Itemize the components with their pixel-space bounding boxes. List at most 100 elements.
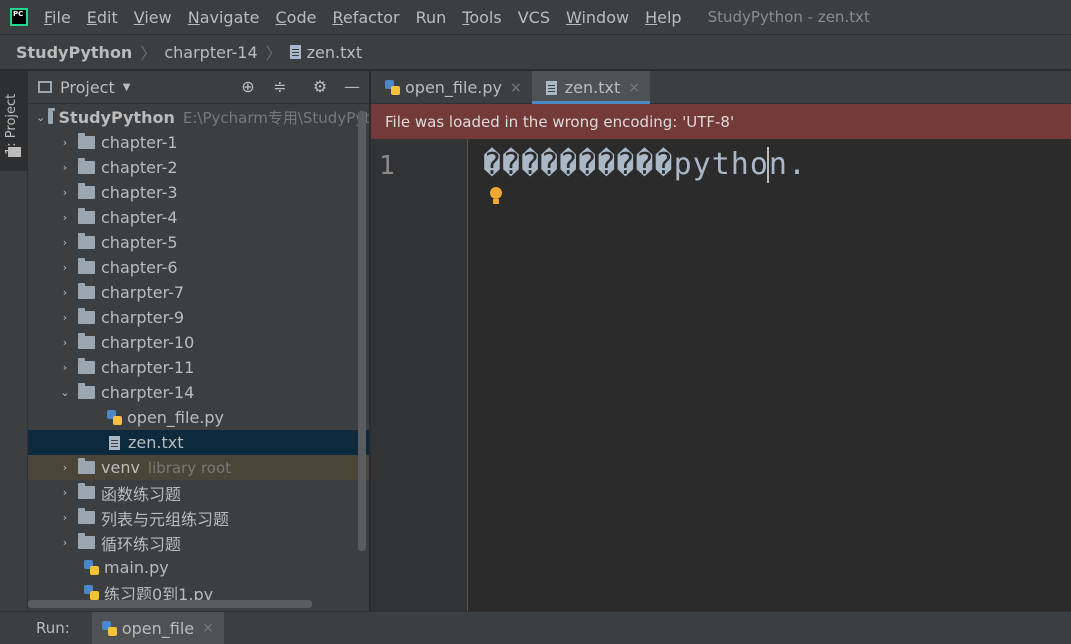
minimize-icon[interactable]: — (342, 77, 362, 97)
chevron-right-icon[interactable]: › (58, 461, 72, 474)
folder-icon (78, 358, 95, 374)
folder-icon (78, 183, 95, 199)
tree-item-label: chapter-6 (101, 258, 178, 277)
tree-item-charpter-11[interactable]: › charpter-11 (28, 355, 369, 380)
menu-code[interactable]: Code (268, 8, 325, 27)
folder-icon (78, 333, 95, 349)
code-line[interactable]: ����������python. (483, 147, 807, 182)
project-view-icon (38, 81, 52, 93)
chevron-right-icon[interactable]: › (58, 361, 72, 374)
text-file-icon (545, 80, 557, 95)
project-tool-window-button[interactable]: 1: Project (0, 71, 28, 171)
tree-item-charpter-10[interactable]: › charpter-10 (28, 330, 369, 355)
tree-item-charpter-7[interactable]: › charpter-7 (28, 280, 369, 305)
chevron-right-icon[interactable]: › (58, 236, 72, 249)
folder-icon (78, 283, 95, 299)
chevron-right-icon[interactable]: › (58, 186, 72, 199)
menu-refactor[interactable]: Refactor (324, 8, 407, 27)
tree-vertical-scrollbar[interactable] (358, 111, 366, 551)
tree-item-venv[interactable]: › venv library root (28, 455, 369, 480)
tree-item-studypython[interactable]: ⌄ StudyPython E:\Pycharm专用\StudyPyt (28, 105, 370, 130)
text-file-icon (289, 45, 301, 59)
tree-item-loop-exercises[interactable]: › 循环练习题 (28, 530, 369, 555)
tree-item-zen-txt[interactable]: zen.txt (28, 430, 369, 455)
tree-item-main-py[interactable]: main.py (28, 555, 369, 580)
left-tool-strip: 1: Project (0, 71, 28, 611)
tree-item-functions-exercises[interactable]: › 函数练习题 (28, 480, 369, 505)
code-editor[interactable]: 1 ����������python. (371, 139, 1071, 611)
tree-item-charpter-14[interactable]: ⌄ charpter-14 (28, 380, 369, 405)
folder-icon (78, 233, 95, 249)
close-icon[interactable]: × (202, 620, 214, 636)
menu-file[interactable]: File (36, 8, 79, 27)
tree-horizontal-scrollbar[interactable] (28, 600, 312, 608)
tree-item-label: chapter-5 (101, 233, 178, 252)
tree-item-label: venv (101, 458, 140, 477)
locate-crosshair-icon[interactable]: ⊕ (238, 77, 258, 97)
tab-open-file-py[interactable]: open_file.py × (371, 71, 532, 104)
tree-item-label: chapter-1 (101, 133, 178, 152)
project-tool-window-label: 1: Project (4, 93, 19, 155)
folder-icon (78, 533, 95, 549)
project-view-selector[interactable]: Project (60, 78, 115, 97)
gear-icon[interactable]: ⚙ (310, 77, 330, 97)
tree-item-path-hint: E:\Pycharm专用\StudyPyt (182, 109, 370, 127)
tree-item-chapter-4[interactable]: › chapter-4 (28, 205, 369, 230)
tree-item-charpter-9[interactable]: › charpter-9 (28, 305, 369, 330)
collapse-all-icon[interactable]: ≑ (270, 77, 290, 97)
menu-edit[interactable]: Edit (79, 8, 126, 27)
project-panel-header: Project ▼ ⊕ ≑ ⚙ — (28, 71, 369, 104)
chevron-right-icon[interactable]: › (58, 536, 72, 549)
chevron-right-icon[interactable]: › (58, 486, 72, 499)
chevron-down-icon[interactable]: ⌄ (36, 111, 45, 124)
breadcrumb-project[interactable]: StudyPython (16, 43, 132, 62)
chevron-down-icon[interactable]: ⌄ (58, 386, 72, 399)
tree-item-open-file-py[interactable]: open_file.py (28, 405, 369, 430)
menu-help[interactable]: Help (637, 8, 689, 27)
chevron-down-icon[interactable]: ▼ (123, 82, 131, 93)
tab-zen-txt[interactable]: zen.txt × (531, 71, 651, 104)
tree-item-lists-tuples-exercises[interactable]: › 列表与元组练习题 (28, 505, 369, 530)
run-tool-bar: Run: open_file × (0, 611, 1071, 644)
menu-vcs[interactable]: VCS (510, 8, 558, 27)
chevron-right-icon[interactable]: › (58, 286, 72, 299)
window-title: StudyPython - zen.txt (707, 8, 870, 26)
chevron-right-icon[interactable]: › (58, 261, 72, 274)
tree-item-label: main.py (104, 558, 169, 577)
tree-item-chapter-3[interactable]: › chapter-3 (28, 180, 369, 205)
tree-item-chapter-6[interactable]: › chapter-6 (28, 255, 369, 280)
menu-tools[interactable]: Tools (454, 8, 509, 27)
breadcrumb-file[interactable]: zen.txt (307, 43, 362, 62)
menu-navigate[interactable]: Navigate (180, 8, 268, 27)
chevron-right-icon[interactable]: › (58, 511, 72, 524)
tree-item-chapter-2[interactable]: › chapter-2 (28, 155, 369, 180)
close-icon[interactable]: × (628, 80, 640, 96)
tree-item-chapter-1[interactable]: › chapter-1 (28, 130, 369, 155)
close-icon[interactable]: × (510, 80, 522, 96)
menu-run[interactable]: Run (408, 8, 455, 27)
lightbulb-icon[interactable] (489, 187, 503, 207)
folder-icon (8, 147, 21, 157)
chevron-right-icon[interactable]: › (58, 161, 72, 174)
run-tab-open-file[interactable]: open_file × (91, 611, 224, 644)
tree-item-label: 循环练习题 (101, 534, 182, 554)
chevron-right-icon[interactable]: › (58, 311, 72, 324)
menu-view[interactable]: View (126, 8, 180, 27)
tree-item-label: charpter-14 (101, 383, 195, 402)
breadcrumb-separator-icon: 〉 (140, 44, 157, 63)
folder-icon (78, 208, 95, 224)
tree-item-chapter-5[interactable]: › chapter-5 (28, 230, 369, 255)
chevron-right-icon[interactable]: › (58, 211, 72, 224)
tree-item-label: chapter-4 (101, 208, 178, 227)
breadcrumb-folder[interactable]: charpter-14 (164, 43, 257, 62)
chevron-right-icon[interactable]: › (58, 136, 72, 149)
tree-item-label: open_file.py (127, 408, 225, 427)
editor-tab-bar: open_file.py × zen.txt × (371, 71, 1071, 104)
run-label: Run: (36, 619, 70, 637)
chevron-right-icon[interactable]: › (58, 336, 72, 349)
tree-item-label: charpter-11 (101, 358, 195, 377)
menu-window[interactable]: Window (558, 8, 637, 27)
tree-item-label: chapter-2 (101, 158, 178, 177)
tree-item-label: StudyPython (58, 108, 175, 127)
breadcrumb: StudyPython 〉 charpter-14 〉 zen.txt (0, 34, 1071, 70)
